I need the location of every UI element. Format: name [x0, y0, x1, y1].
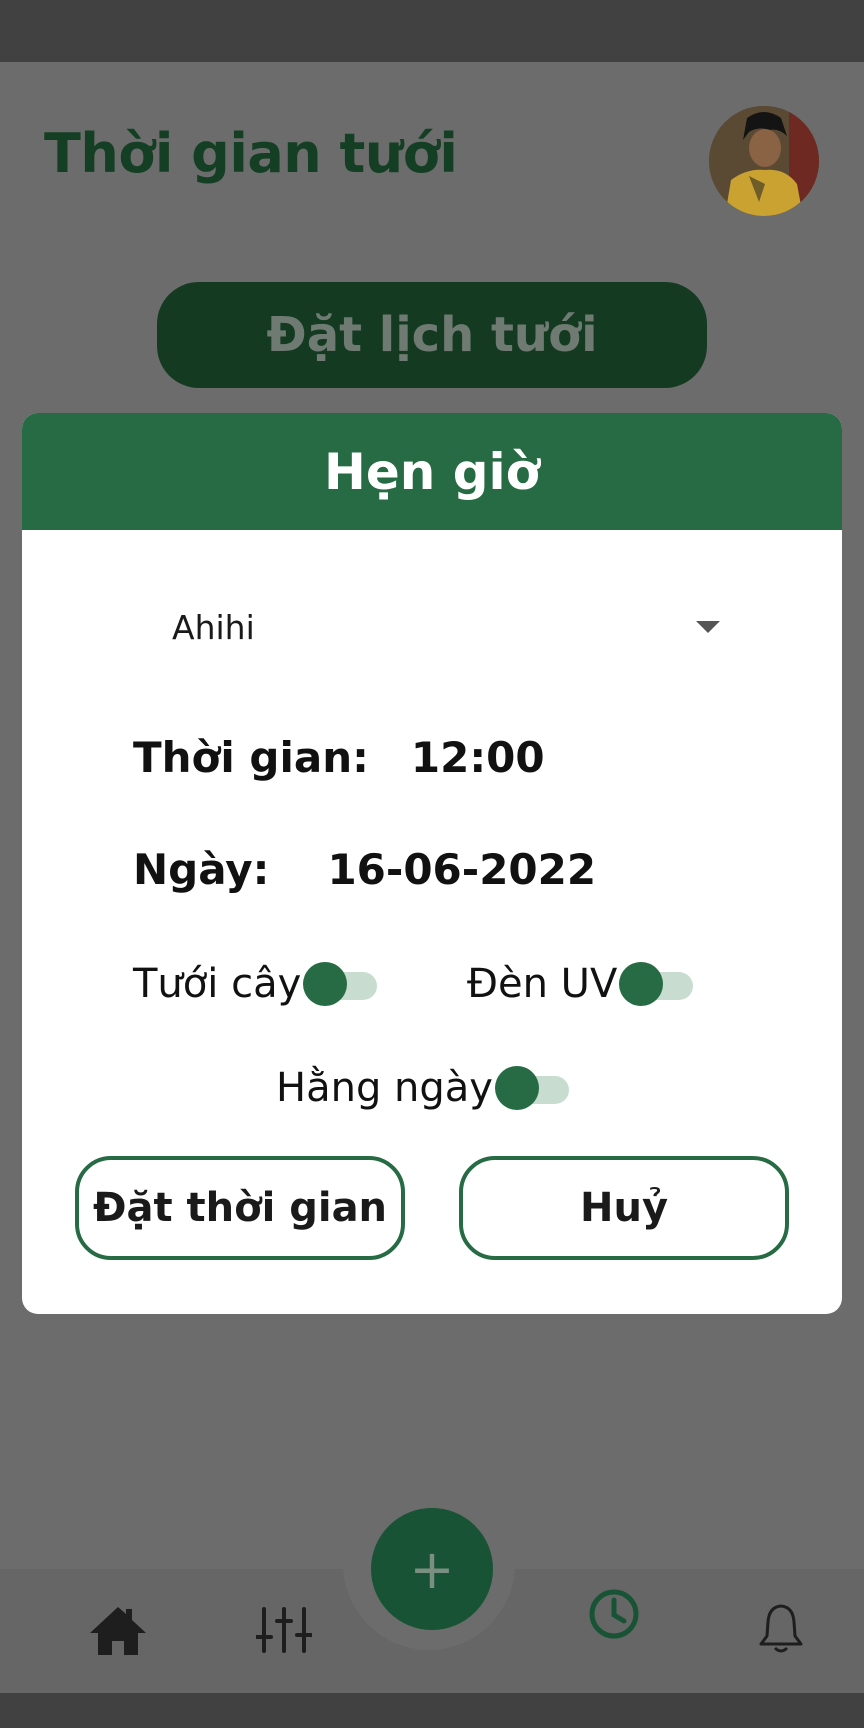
switch-thumb: [494, 1066, 539, 1110]
uv-switch[interactable]: [619, 962, 695, 1006]
clock-icon[interactable]: [588, 1588, 640, 1640]
sliders-icon[interactable]: [256, 1605, 312, 1655]
schedule-watering-button[interactable]: Đặt lịch tưới: [157, 282, 707, 388]
page-title: Thời gian tưới: [44, 122, 458, 185]
date-row: Ngày: 16-06-2022: [133, 845, 596, 894]
bell-icon[interactable]: [758, 1602, 804, 1654]
switch-thumb: [303, 962, 348, 1006]
device-dropdown[interactable]: Ahihi: [150, 595, 740, 659]
time-row: Thời gian: 12:00: [133, 733, 545, 782]
dialog-title: Hẹn giờ: [22, 413, 842, 530]
timer-dialog: Hẹn giờ Ahihi Thời gian: 12:00 Ngày: 16-…: [22, 413, 842, 1314]
time-label: Thời gian:: [133, 733, 369, 782]
avatar-photo: [709, 106, 819, 216]
home-icon[interactable]: [88, 1603, 148, 1659]
dropdown-selected-value: Ahihi: [172, 607, 255, 647]
watering-toggle-label: Tưới cây: [133, 961, 302, 1007]
add-fab-button[interactable]: +: [371, 1508, 493, 1630]
date-label: Ngày:: [133, 845, 270, 894]
watering-toggle-group: Tưới cây: [133, 961, 379, 1007]
daily-toggle-label: Hằng ngày: [276, 1065, 493, 1111]
cancel-button[interactable]: Huỷ: [459, 1156, 789, 1260]
daily-switch[interactable]: [494, 1066, 571, 1110]
switch-thumb: [619, 962, 664, 1006]
uv-toggle-group: Đèn UV: [467, 961, 695, 1007]
daily-toggle-group: Hằng ngày: [276, 1065, 571, 1111]
system-nav-bar: [0, 1693, 864, 1728]
caret-down-icon: [696, 621, 720, 633]
date-value[interactable]: 16-06-2022: [327, 845, 596, 894]
watering-switch[interactable]: [303, 962, 379, 1006]
time-value[interactable]: 12:00: [411, 733, 545, 782]
uv-toggle-label: Đèn UV: [467, 961, 618, 1007]
set-time-button[interactable]: Đặt thời gian: [75, 1156, 405, 1260]
avatar[interactable]: [709, 106, 819, 216]
status-bar: [0, 0, 864, 62]
